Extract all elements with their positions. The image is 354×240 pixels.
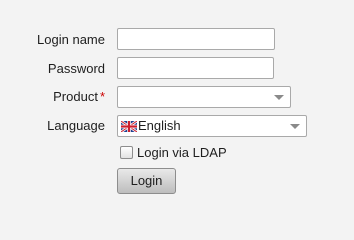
uk-flag-icon: [121, 121, 137, 132]
chevron-down-icon: [290, 124, 300, 129]
product-label: Product *: [53, 89, 105, 105]
chevron-down-icon: [274, 95, 284, 100]
language-selected-value: English: [138, 118, 181, 133]
required-marker: *: [99, 89, 105, 104]
language-select[interactable]: English: [117, 115, 307, 137]
language-label: Language: [47, 118, 105, 133]
ldap-checkbox-label[interactable]: Login via LDAP: [137, 145, 227, 161]
login-button[interactable]: Login: [117, 168, 176, 194]
product-label-text: Product: [53, 89, 98, 104]
ldap-checkbox[interactable]: [120, 146, 133, 159]
login-name-input[interactable]: [117, 28, 275, 50]
password-label: Password: [47, 61, 105, 76]
login-name-label: Login name: [37, 32, 105, 47]
password-input[interactable]: [117, 57, 274, 79]
product-select[interactable]: [117, 86, 291, 108]
